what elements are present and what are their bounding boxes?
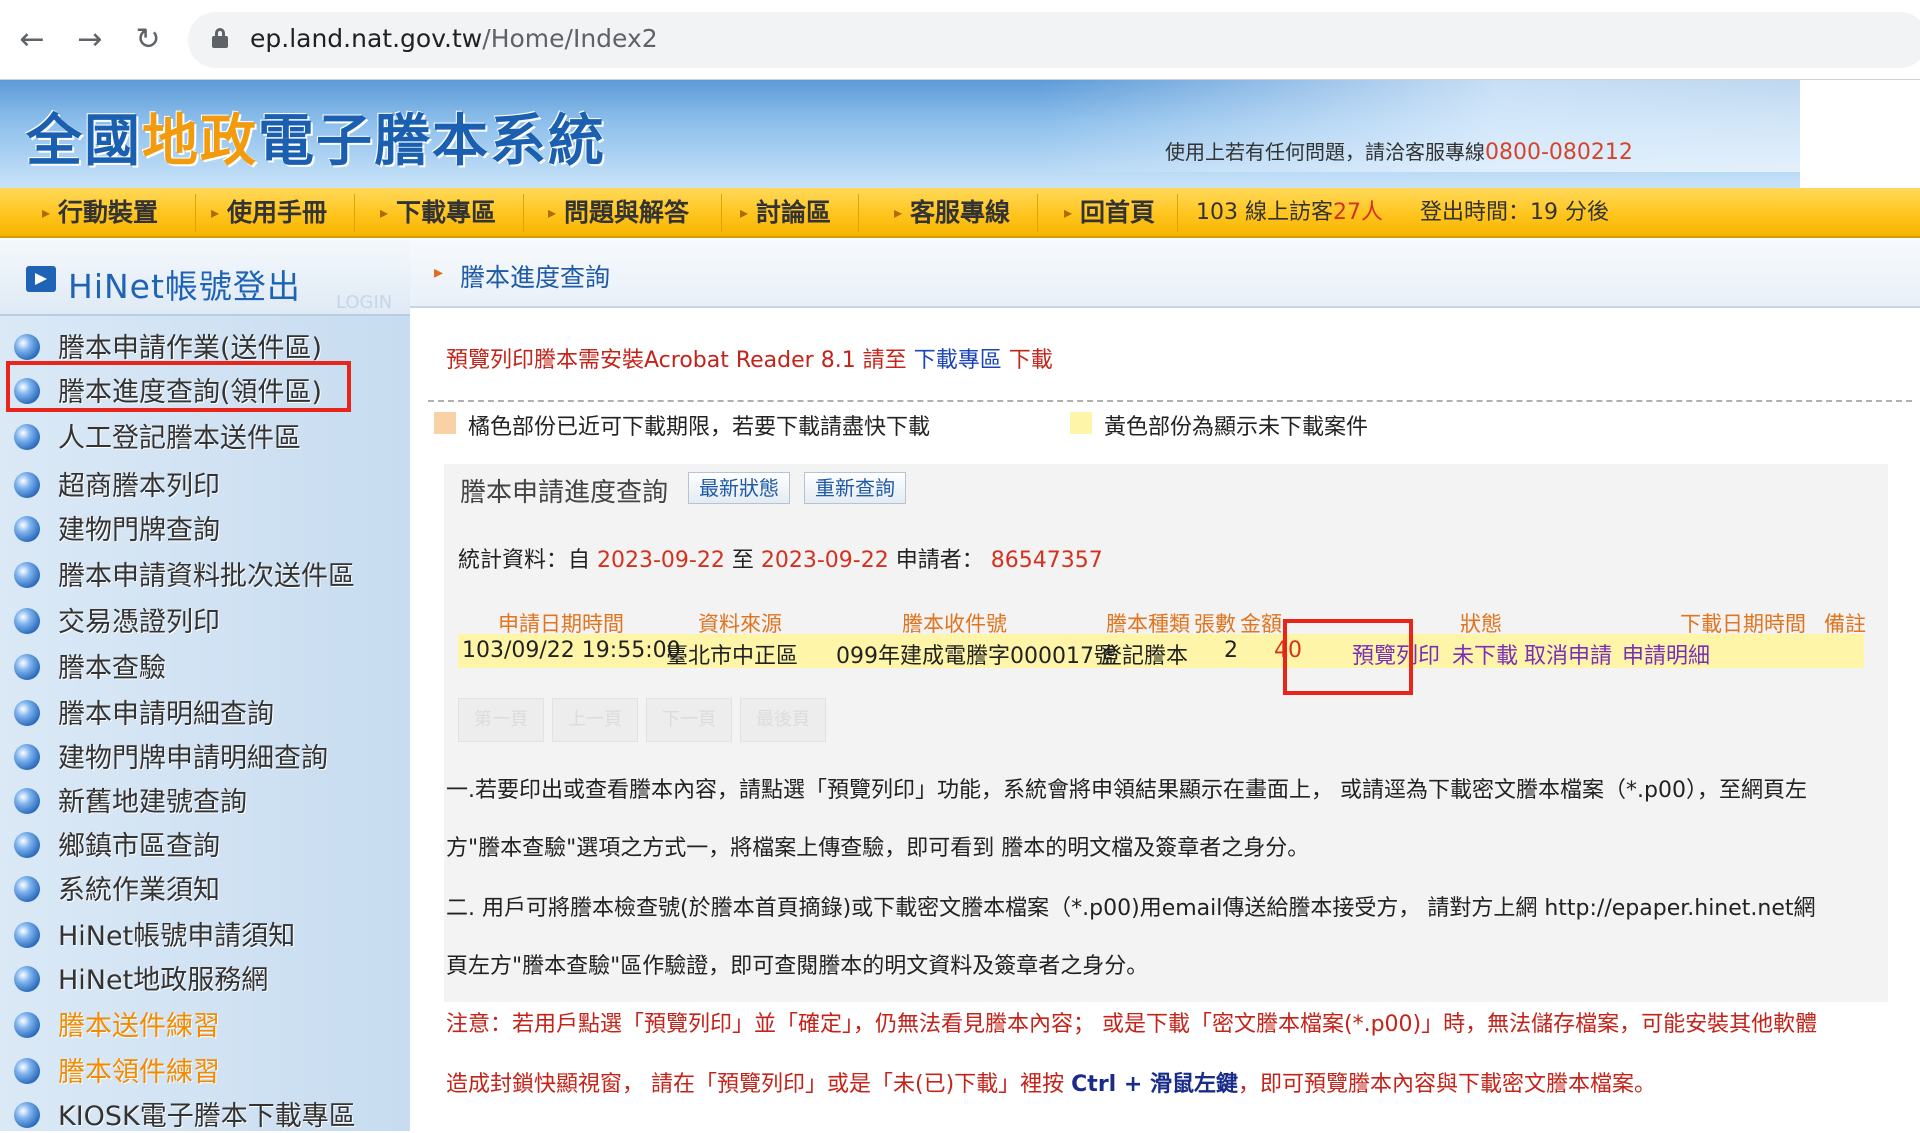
last-page-button[interactable]: 最後頁	[740, 698, 826, 742]
first-page-button[interactable]: 第一頁	[458, 698, 544, 742]
sidebar-item-store-print[interactable]: 超商謄本列印	[0, 462, 410, 502]
main-menu: 行動裝置 使用手冊 下載專區 問題與解答 討論區 客服專線 回首頁 103 線上…	[0, 188, 1920, 238]
legend-orange-swatch	[434, 412, 456, 434]
bullet-icon	[14, 1058, 40, 1084]
breadcrumb-arrow-icon: ▸	[434, 262, 444, 283]
shortcut-key-text: Ctrl + 滑鼠左鍵	[1071, 1072, 1238, 1097]
bullet-icon	[14, 334, 40, 360]
bullet-icon	[14, 700, 40, 726]
statistics-line: 統計資料：自 2023-09-22 至 2023-09-22 申請者： 8654…	[458, 548, 1103, 573]
acrobat-notice: 預覽列印謄本需安裝Acrobat Reader 8.1 請至 下載專區 下載	[446, 348, 1053, 373]
menu-faq[interactable]: 問題與解答	[542, 194, 722, 232]
next-page-button[interactable]: 下一頁	[646, 698, 732, 742]
bullet-icon	[14, 608, 40, 634]
menu-mobile-devices[interactable]: 行動裝置	[36, 194, 196, 232]
login-watermark: LOGIN	[336, 292, 393, 313]
support-hotline: 使用上若有任何問題，請洽客服專線0800-080212	[1165, 140, 1633, 165]
previous-page-button[interactable]: 上一頁	[552, 698, 638, 742]
site-logo-title[interactable]: 全國地政電子謄本系統	[26, 96, 606, 177]
bullet-icon	[14, 922, 40, 948]
bullet-icon	[14, 516, 40, 542]
sidebar-item-kiosk-download[interactable]: KIOSK電子謄本下載專區	[0, 1092, 410, 1132]
sidebar-item-apply-detail[interactable]: 謄本申請明細查詢	[0, 690, 410, 730]
forward-arrow-icon[interactable]: →	[72, 22, 108, 58]
bullet-icon	[14, 1012, 40, 1038]
site-header: 全國地政電子謄本系統 使用上若有任何問題，請洽客服專線0800-080212	[0, 80, 1920, 188]
cancel-application-link[interactable]: 取消申請	[1524, 638, 1612, 670]
logout-timer: 登出時間：19 分後	[1420, 200, 1609, 225]
sidebar-item-receive-practice[interactable]: 謄本領件練習	[0, 1048, 410, 1088]
bullet-icon	[14, 832, 40, 858]
divider	[428, 400, 1912, 402]
online-visitor-count: 103 線上訪客27人 登出時間：19 分後	[1196, 200, 1609, 225]
hinet-logout-label: HiNet帳號登出	[68, 267, 301, 306]
bullet-icon	[14, 788, 40, 814]
highlight-box-sidebar	[6, 361, 351, 412]
page-title: 謄本進度查詢	[460, 263, 611, 292]
sidebar-item-batch-send[interactable]: 謄本申請資料批次送件區	[0, 552, 410, 592]
cell-receipt-no: 099年建成電謄字000017號	[836, 644, 1116, 669]
menu-home[interactable]: 回首頁	[1058, 194, 1178, 232]
cell-source: 臺北市中正區	[666, 644, 799, 669]
sidebar-item-district[interactable]: 鄉鎮市區查詢	[0, 822, 410, 862]
lock-icon	[212, 28, 228, 48]
sidebar-item-building-apply-detail[interactable]: 建物門牌申請明細查詢	[0, 734, 410, 774]
menu-download-area[interactable]: 下載專區	[374, 194, 524, 232]
sidebar-item-instructions[interactable]: 系統作業須知	[0, 866, 410, 906]
sidebar-item-lot-number[interactable]: 新舊地建號查詢	[0, 778, 410, 818]
logout-arrow-icon	[26, 266, 56, 292]
sidebar-item-apply-send[interactable]: 謄本申請作業(送件區)	[0, 324, 410, 364]
sidebar-item-hinet-land-service[interactable]: HiNet地政服務網	[0, 956, 410, 996]
warning-line-2: 造成封鎖快顯視窗， 請在「預覽列印」或是「未(已)下載」裡按 Ctrl + 滑鼠…	[446, 1072, 1656, 1097]
legend-orange-text: 橘色部份已近可下載期限，若要下載請盡快下載	[468, 415, 931, 440]
panel-title: 謄本申請進度查詢	[460, 478, 669, 508]
sidebar-item-hinet-apply[interactable]: HiNet帳號申請須知	[0, 912, 410, 952]
download-area-link[interactable]: 下載專區	[914, 348, 1002, 373]
legend-yellow-swatch	[1070, 412, 1092, 434]
sidebar-item-transaction-receipt[interactable]: 交易憑證列印	[0, 598, 410, 638]
instruction-2b: 頁左方"謄本查驗"區作驗證，即可查閱謄本的明文資料及簽章者之身分。	[446, 954, 1149, 979]
cell-type: 登記謄本	[1100, 644, 1189, 669]
url-text[interactable]: ep.land.nat.gov.tw/Home/Index2	[250, 24, 658, 53]
browser-toolbar: ← → ↻ ep.land.nat.gov.tw/Home/Index2	[0, 0, 1920, 80]
main-content: ▸ 謄本進度查詢 預覽列印謄本需安裝Acrobat Reader 8.1 請至 …	[410, 240, 1920, 1131]
bullet-icon	[14, 1102, 40, 1128]
hinet-logout-button[interactable]: HiNet帳號登出 LOGIN	[0, 240, 410, 316]
menu-user-manual[interactable]: 使用手冊	[205, 194, 355, 232]
bullet-icon	[14, 876, 40, 902]
cell-datetime: 103/09/22 19:55:00	[462, 638, 681, 663]
menu-forum[interactable]: 討論區	[734, 194, 859, 232]
latest-status-button[interactable]: 最新狀態	[688, 472, 790, 504]
sidebar-item-manual-registration[interactable]: 人工登記謄本送件區	[0, 414, 410, 454]
bullet-icon	[14, 424, 40, 450]
instruction-1b: 方"謄本查驗"選項之方式一，將檔案上傳查驗，即可看到 謄本的明文檔及簽章者之身分…	[446, 836, 1310, 861]
cell-pages: 2	[1224, 638, 1238, 663]
reload-icon[interactable]: ↻	[130, 22, 166, 58]
sidebar-item-send-practice[interactable]: 謄本送件練習	[0, 1002, 410, 1042]
bullet-icon	[14, 654, 40, 680]
bullet-icon	[14, 472, 40, 498]
sidebar-item-verify[interactable]: 謄本查驗	[0, 644, 410, 684]
not-downloaded-link[interactable]: 未下載	[1452, 638, 1518, 670]
bullet-icon	[14, 744, 40, 770]
warning-line-1: 注意：若用戶點選「預覽列印」並「確定」，仍無法看見謄本內容； 或是下載「密文謄本…	[446, 1012, 1818, 1037]
sidebar-item-building-address[interactable]: 建物門牌查詢	[0, 506, 410, 546]
bullet-icon	[14, 562, 40, 588]
requery-button[interactable]: 重新查詢	[804, 472, 906, 504]
application-detail-link[interactable]: 申請明細	[1622, 638, 1710, 670]
table-row: 103/09/22 19:55:00 臺北市中正區 099年建成電謄字00001…	[458, 634, 1864, 670]
instruction-2a: 二. 用戶可將謄本檢查號(於謄本首頁摘錄)或下載密文謄本檔案（*.p00)用em…	[446, 896, 1816, 921]
back-arrow-icon[interactable]: ←	[14, 22, 50, 58]
menu-customer-service[interactable]: 客服專線	[888, 194, 1038, 232]
instruction-1a: 一.若要印出或查看謄本內容，請點選「預覽列印」功能，系統會將申領結果顯示在畫面上…	[446, 778, 1807, 803]
legend-yellow-text: 黃色部份為顯示未下載案件	[1104, 415, 1369, 440]
highlight-box-preview-print	[1283, 619, 1413, 695]
bullet-icon	[14, 966, 40, 992]
breadcrumb: ▸ 謄本進度查詢	[410, 240, 1920, 308]
address-bar[interactable]: ep.land.nat.gov.tw/Home/Index2	[188, 12, 1920, 68]
